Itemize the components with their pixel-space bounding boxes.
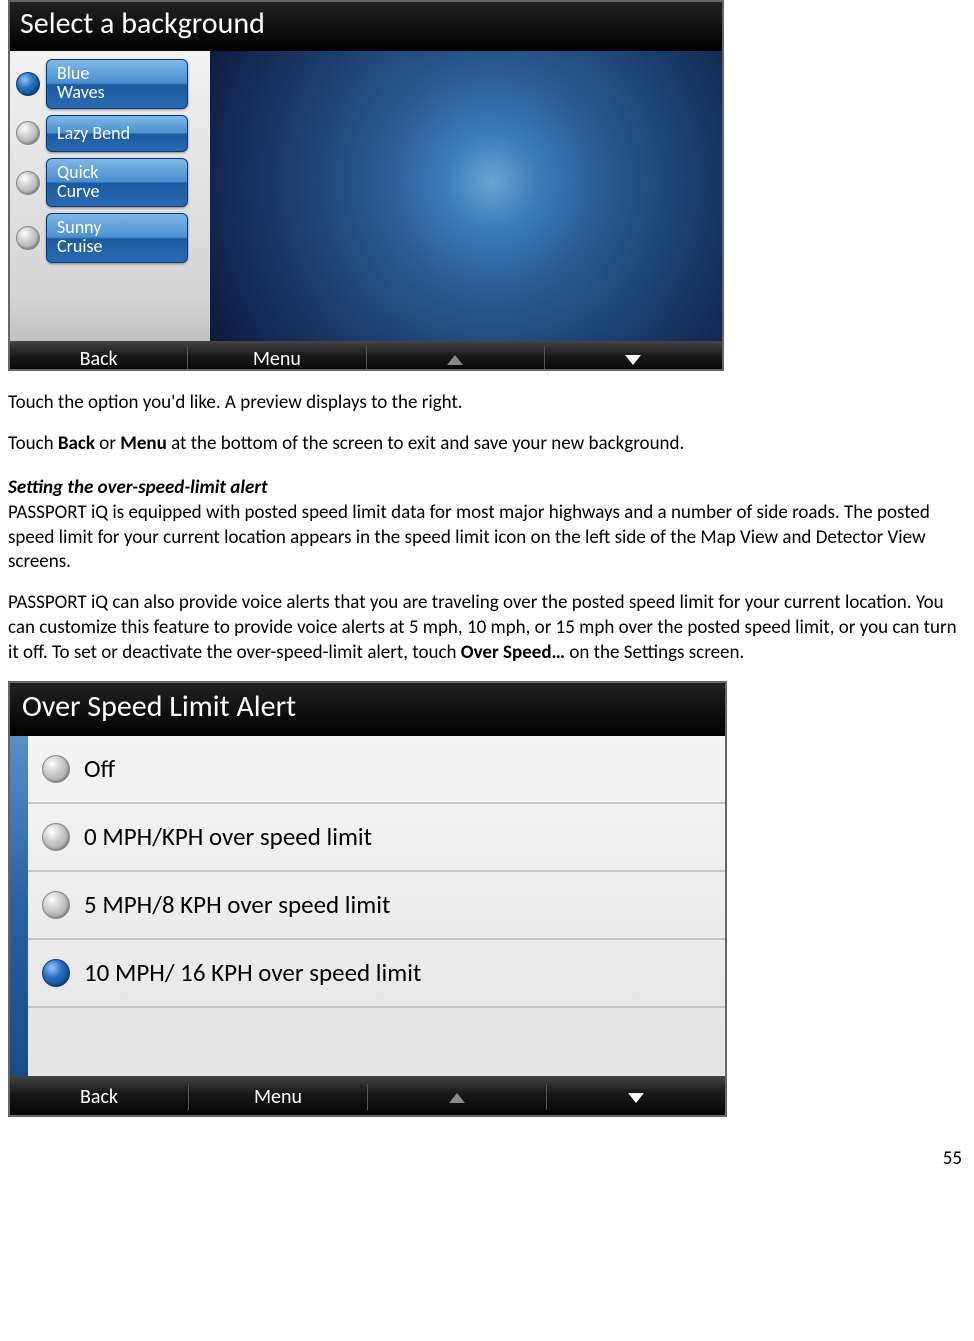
radio-icon xyxy=(16,226,40,250)
bottom-bar: Back Menu xyxy=(10,341,722,371)
background-option[interactable]: Quick Curve xyxy=(10,156,210,210)
background-label: Blue Waves xyxy=(46,59,188,109)
option-label: 10 MPH/ 16 KPH over speed limit xyxy=(84,957,421,990)
section-heading: Setting the over-speed-limit alert xyxy=(8,476,966,501)
option-label: 5 MPH/8 KPH over speed limit xyxy=(84,889,390,922)
radio-icon xyxy=(16,121,40,145)
paragraph: PASSPORT iQ can also provide voice alert… xyxy=(8,591,966,665)
background-label: Sunny Cruise xyxy=(46,213,188,263)
scroll-up-button[interactable] xyxy=(367,346,545,371)
background-label: Lazy Bend xyxy=(46,115,188,152)
back-button[interactable]: Back xyxy=(10,1084,189,1110)
background-select-screenshot: Select a background Blue Waves Lazy Bend… xyxy=(8,0,724,371)
bottom-bar: Back Menu xyxy=(10,1076,725,1117)
background-options-list: Blue Waves Lazy Bend Quick Curve Sunny C… xyxy=(10,51,210,341)
screen-title: Select a background xyxy=(10,2,722,51)
overspeed-option[interactable]: 0 MPH/KPH over speed limit xyxy=(28,804,725,872)
paragraph: Touch Back or Menu at the bottom of the … xyxy=(8,432,966,457)
background-option[interactable]: Blue Waves xyxy=(10,57,210,111)
screen-title: Over Speed Limit Alert xyxy=(10,683,725,736)
blue-strip xyxy=(10,736,28,1076)
chevron-up-icon xyxy=(447,355,463,365)
radio-icon xyxy=(42,891,70,919)
radio-icon xyxy=(42,823,70,851)
page-number: 55 xyxy=(8,1147,966,1172)
radio-icon xyxy=(16,171,40,195)
background-option[interactable]: Lazy Bend xyxy=(10,113,210,154)
scroll-down-button[interactable] xyxy=(547,1084,725,1110)
overspeed-options-list: Off 0 MPH/KPH over speed limit 5 MPH/8 K… xyxy=(28,736,725,1076)
overspeed-option[interactable]: 10 MPH/ 16 KPH over speed limit xyxy=(28,940,725,1008)
option-label: 0 MPH/KPH over speed limit xyxy=(84,821,372,854)
overspeed-option-empty xyxy=(28,1008,725,1074)
chevron-up-icon xyxy=(449,1093,465,1103)
overspeed-alert-screenshot: Over Speed Limit Alert Off 0 MPH/KPH ove… xyxy=(8,681,727,1117)
radio-icon xyxy=(16,72,40,96)
option-label: Off xyxy=(84,753,115,786)
background-option[interactable]: Sunny Cruise xyxy=(10,211,210,265)
chevron-down-icon xyxy=(628,1093,644,1103)
radio-icon xyxy=(42,755,70,783)
overspeed-body: Off 0 MPH/KPH over speed limit 5 MPH/8 K… xyxy=(10,736,725,1076)
scroll-up-button[interactable] xyxy=(368,1084,547,1110)
overspeed-option[interactable]: Off xyxy=(28,736,725,804)
background-label: Quick Curve xyxy=(46,158,188,208)
menu-button[interactable]: Menu xyxy=(188,346,366,371)
radio-icon xyxy=(42,959,70,987)
overspeed-option[interactable]: 5 MPH/8 KPH over speed limit xyxy=(28,872,725,940)
paragraph: Touch the option you'd like. A preview d… xyxy=(8,391,966,416)
menu-button[interactable]: Menu xyxy=(189,1084,368,1110)
scroll-down-button[interactable] xyxy=(545,346,722,371)
back-button[interactable]: Back xyxy=(10,346,188,371)
chevron-down-icon xyxy=(625,355,641,365)
background-preview xyxy=(210,51,722,341)
background-body: Blue Waves Lazy Bend Quick Curve Sunny C… xyxy=(10,51,722,341)
paragraph: PASSPORT iQ is equipped with posted spee… xyxy=(8,501,966,575)
